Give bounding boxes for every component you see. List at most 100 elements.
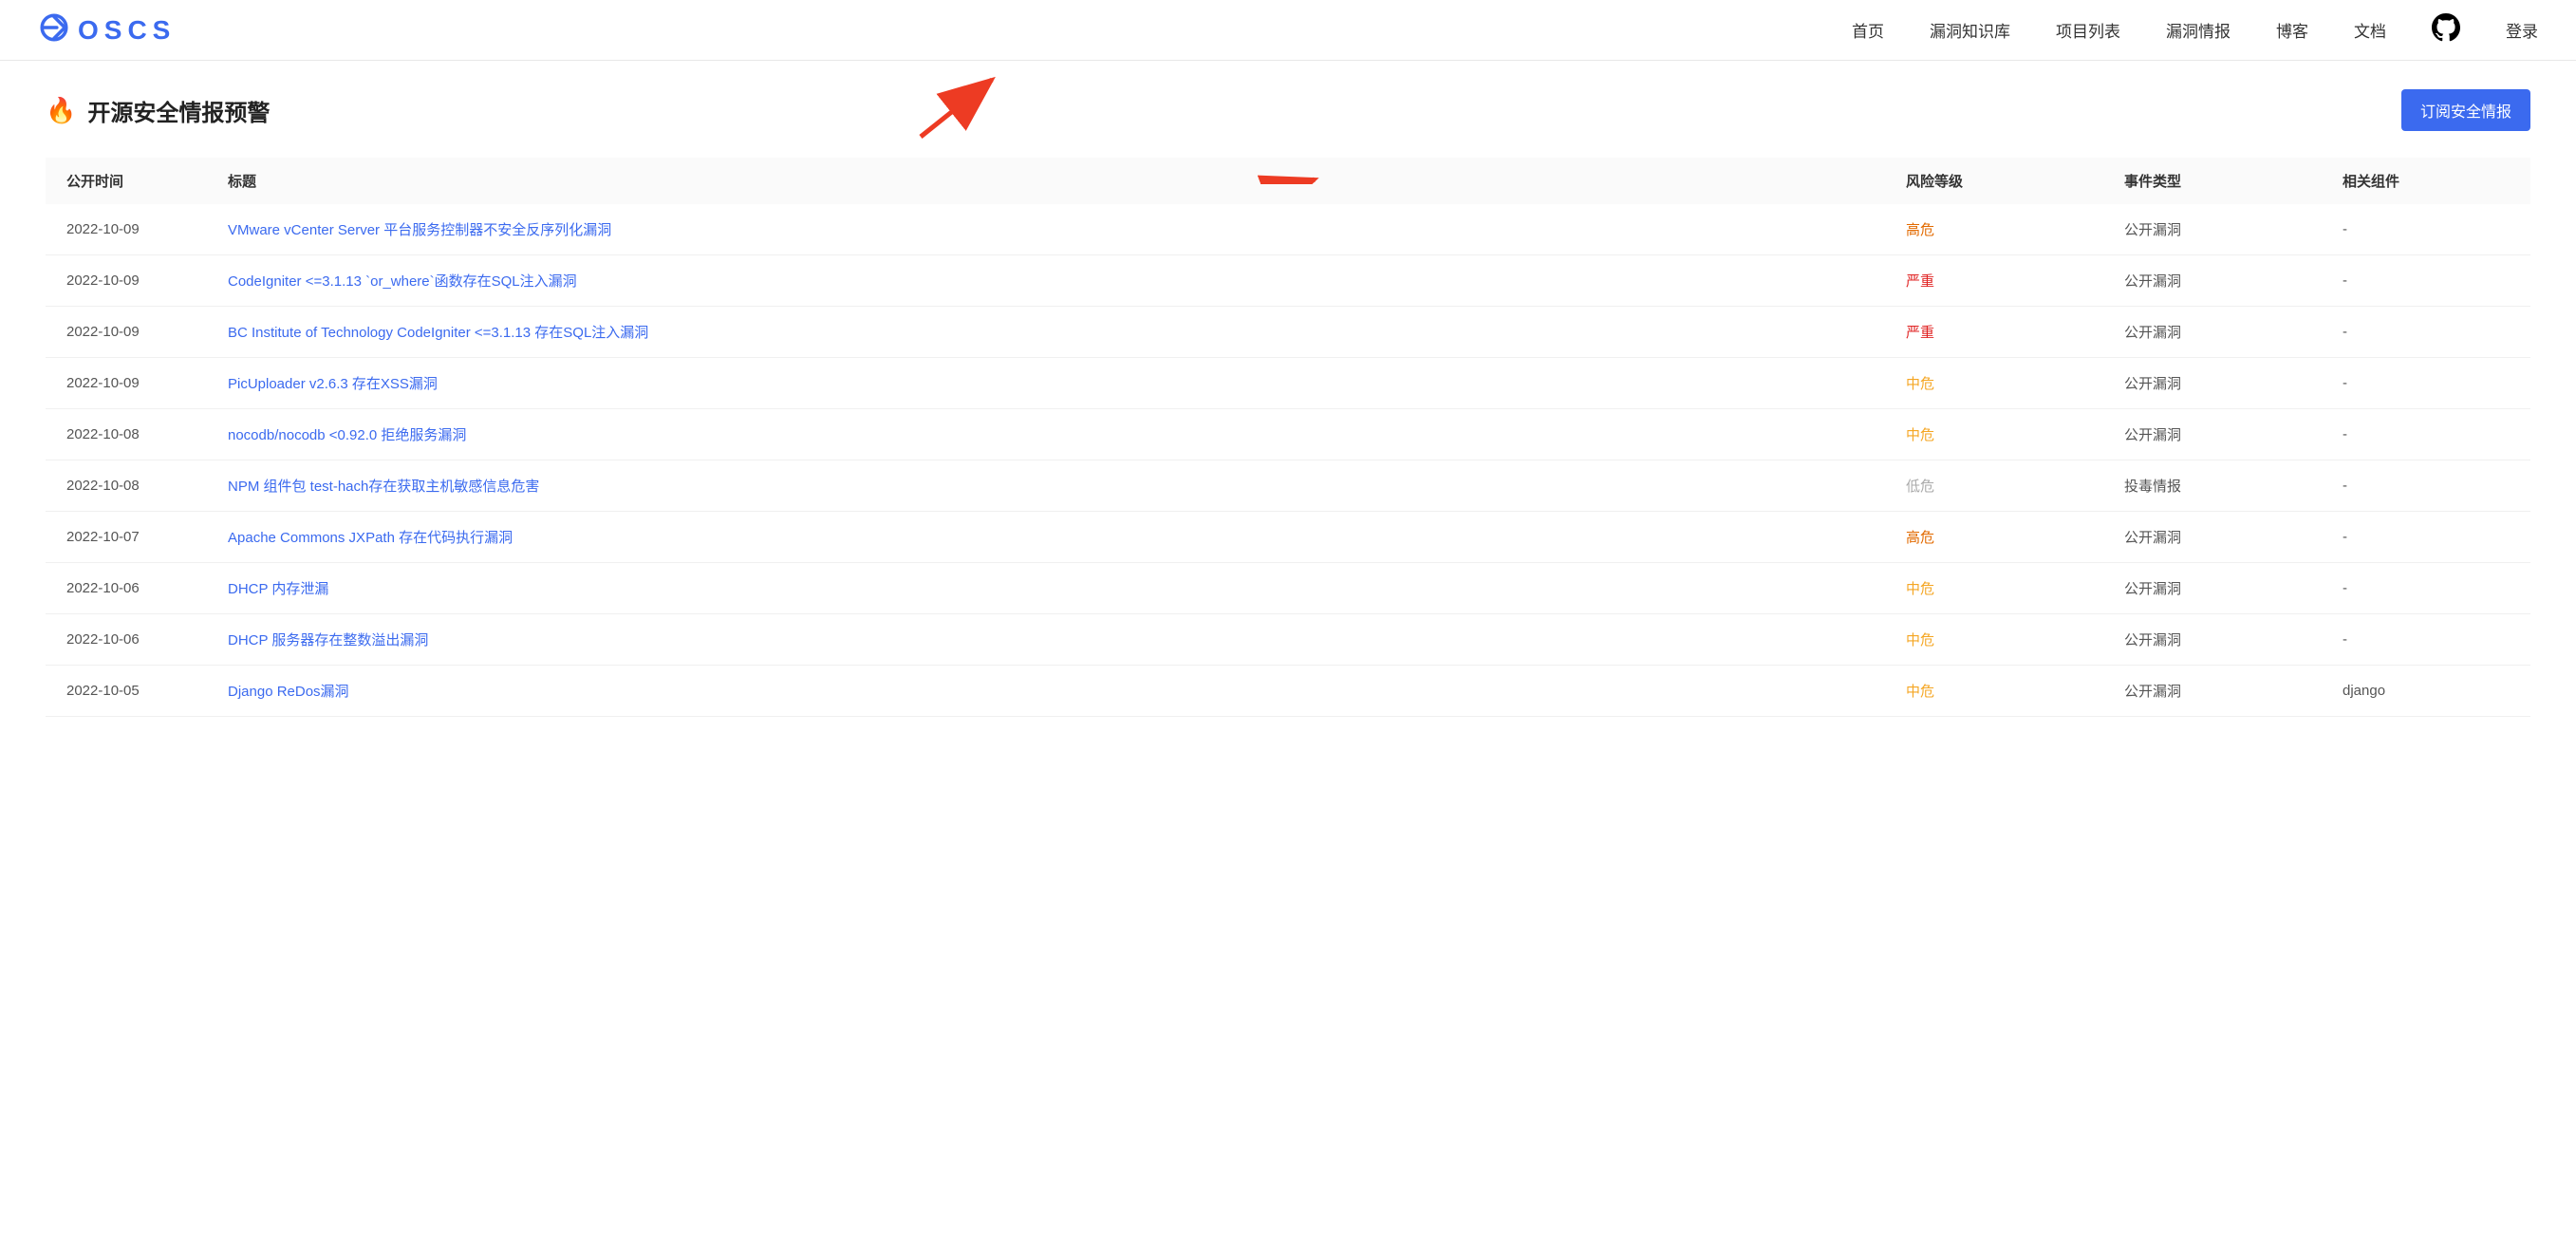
cell-title: Apache Commons JXPath 存在代码执行漏洞 [207, 512, 1885, 563]
cell-date: 2022-10-09 [46, 358, 207, 409]
cell-type: 投毒情报 [2103, 460, 2322, 512]
subscribe-button[interactable]: 订阅安全情报 [2401, 89, 2530, 131]
cell-title: nocodb/nocodb <0.92.0 拒绝服务漏洞 [207, 409, 1885, 460]
cell-component: - [2322, 307, 2530, 358]
cell-type: 公开漏洞 [2103, 255, 2322, 307]
cell-risk: 中危 [1885, 614, 2103, 666]
logo-icon [38, 11, 70, 48]
col-component: 相关组件 [2322, 158, 2530, 204]
cell-risk: 严重 [1885, 255, 2103, 307]
cell-component: django [2322, 666, 2530, 717]
col-type: 事件类型 [2103, 158, 2322, 204]
cell-component: - [2322, 255, 2530, 307]
vuln-title-link[interactable]: DHCP 服务器存在整数溢出漏洞 [228, 632, 428, 648]
cell-title: Django ReDos漏洞 [207, 666, 1885, 717]
table-row: 2022-10-08 nocodb/nocodb <0.92.0 拒绝服务漏洞 … [46, 409, 2530, 460]
cell-type: 公开漏洞 [2103, 666, 2322, 717]
nav-vuln-kb[interactable]: 漏洞知识库 [1930, 18, 2010, 42]
table-row: 2022-10-05 Django ReDos漏洞 中危 公开漏洞 django [46, 666, 2530, 717]
table-row: 2022-10-09 VMware vCenter Server 平台服务控制器… [46, 204, 2530, 255]
cell-component: - [2322, 614, 2530, 666]
vuln-title-link[interactable]: Apache Commons JXPath 存在代码执行漏洞 [228, 530, 513, 546]
vuln-title-link[interactable]: BC Institute of Technology CodeIgniter <… [228, 325, 648, 341]
cell-component: - [2322, 460, 2530, 512]
vuln-title-link[interactable]: DHCP 内存泄漏 [228, 581, 328, 597]
nav-home[interactable]: 首页 [1852, 18, 1884, 42]
nav-login[interactable]: 登录 [2506, 18, 2538, 42]
table-row: 2022-10-09 PicUploader v2.6.3 存在XSS漏洞 中危… [46, 358, 2530, 409]
vuln-title-link[interactable]: VMware vCenter Server 平台服务控制器不安全反序列化漏洞 [228, 222, 611, 238]
page-content: 🔥 开源安全情报预警 订阅安全情报 公开时间 标题 风险等级 事件类型 相关组件… [0, 61, 2576, 745]
cell-title: NPM 组件包 test-hach存在获取主机敏感信息危害 [207, 460, 1885, 512]
cell-type: 公开漏洞 [2103, 614, 2322, 666]
vuln-title-link[interactable]: PicUploader v2.6.3 存在XSS漏洞 [228, 376, 438, 392]
cell-title: DHCP 服务器存在整数溢出漏洞 [207, 614, 1885, 666]
table-row: 2022-10-09 CodeIgniter <=3.1.13 `or_wher… [46, 255, 2530, 307]
risk-badge: 中危 [1906, 581, 1934, 597]
cell-component: - [2322, 358, 2530, 409]
cell-type: 公开漏洞 [2103, 358, 2322, 409]
risk-badge: 低危 [1906, 479, 1934, 495]
cell-type: 公开漏洞 [2103, 512, 2322, 563]
cell-date: 2022-10-09 [46, 204, 207, 255]
vuln-title-link[interactable]: CodeIgniter <=3.1.13 `or_where`函数存在SQL注入… [228, 273, 577, 290]
cell-risk: 中危 [1885, 409, 2103, 460]
table-row: 2022-10-09 BC Institute of Technology Co… [46, 307, 2530, 358]
col-date: 公开时间 [46, 158, 207, 204]
risk-badge: 严重 [1906, 325, 1934, 341]
col-title: 标题 [207, 158, 1885, 204]
col-risk: 风险等级 [1885, 158, 2103, 204]
github-icon[interactable] [2432, 13, 2460, 47]
cell-date: 2022-10-08 [46, 460, 207, 512]
cell-risk: 低危 [1885, 460, 2103, 512]
cell-type: 公开漏洞 [2103, 409, 2322, 460]
cell-risk: 严重 [1885, 307, 2103, 358]
logo-text: OSCS [78, 15, 176, 46]
cell-date: 2022-10-09 [46, 255, 207, 307]
vuln-title-link[interactable]: Django ReDos漏洞 [228, 684, 349, 700]
table-row: 2022-10-06 DHCP 服务器存在整数溢出漏洞 中危 公开漏洞 - [46, 614, 2530, 666]
header: OSCS 首页 漏洞知识库 项目列表 漏洞情报 博客 文档 登录 [0, 0, 2576, 61]
cell-date: 2022-10-06 [46, 563, 207, 614]
cell-component: - [2322, 512, 2530, 563]
nav-docs[interactable]: 文档 [2354, 18, 2386, 42]
risk-badge: 中危 [1906, 632, 1934, 648]
vuln-title-link[interactable]: NPM 组件包 test-hach存在获取主机敏感信息危害 [228, 479, 539, 495]
cell-component: - [2322, 204, 2530, 255]
risk-badge: 中危 [1906, 427, 1934, 443]
page-title: 开源安全情报预警 [87, 94, 270, 127]
table-row: 2022-10-06 DHCP 内存泄漏 中危 公开漏洞 - [46, 563, 2530, 614]
cell-title: PicUploader v2.6.3 存在XSS漏洞 [207, 358, 1885, 409]
nav-vuln-intel[interactable]: 漏洞情报 [2166, 18, 2231, 42]
cell-title: VMware vCenter Server 平台服务控制器不安全反序列化漏洞 [207, 204, 1885, 255]
cell-type: 公开漏洞 [2103, 204, 2322, 255]
cell-risk: 高危 [1885, 512, 2103, 563]
title-row: 🔥 开源安全情报预警 订阅安全情报 [46, 89, 2530, 131]
nav-blog[interactable]: 博客 [2276, 18, 2308, 42]
cell-risk: 中危 [1885, 358, 2103, 409]
risk-badge: 高危 [1906, 530, 1934, 546]
table-row: 2022-10-07 Apache Commons JXPath 存在代码执行漏… [46, 512, 2530, 563]
cell-risk: 高危 [1885, 204, 2103, 255]
cell-type: 公开漏洞 [2103, 563, 2322, 614]
cell-component: - [2322, 409, 2530, 460]
nav-projects[interactable]: 项目列表 [2056, 18, 2120, 42]
main-nav: 首页 漏洞知识库 项目列表 漏洞情报 博客 文档 登录 [1852, 13, 2538, 47]
cell-risk: 中危 [1885, 563, 2103, 614]
cell-date: 2022-10-09 [46, 307, 207, 358]
risk-badge: 严重 [1906, 273, 1934, 290]
logo[interactable]: OSCS [38, 11, 176, 48]
risk-badge: 高危 [1906, 222, 1934, 238]
cell-title: DHCP 内存泄漏 [207, 563, 1885, 614]
risk-badge: 中危 [1906, 684, 1934, 700]
cell-date: 2022-10-08 [46, 409, 207, 460]
cell-date: 2022-10-05 [46, 666, 207, 717]
cell-component: - [2322, 563, 2530, 614]
vuln-title-link[interactable]: nocodb/nocodb <0.92.0 拒绝服务漏洞 [228, 427, 466, 443]
cell-type: 公开漏洞 [2103, 307, 2322, 358]
cell-title: CodeIgniter <=3.1.13 `or_where`函数存在SQL注入… [207, 255, 1885, 307]
risk-badge: 中危 [1906, 376, 1934, 392]
vuln-intel-table: 公开时间 标题 风险等级 事件类型 相关组件 2022-10-09 VMware… [46, 158, 2530, 717]
table-row: 2022-10-08 NPM 组件包 test-hach存在获取主机敏感信息危害… [46, 460, 2530, 512]
cell-date: 2022-10-06 [46, 614, 207, 666]
